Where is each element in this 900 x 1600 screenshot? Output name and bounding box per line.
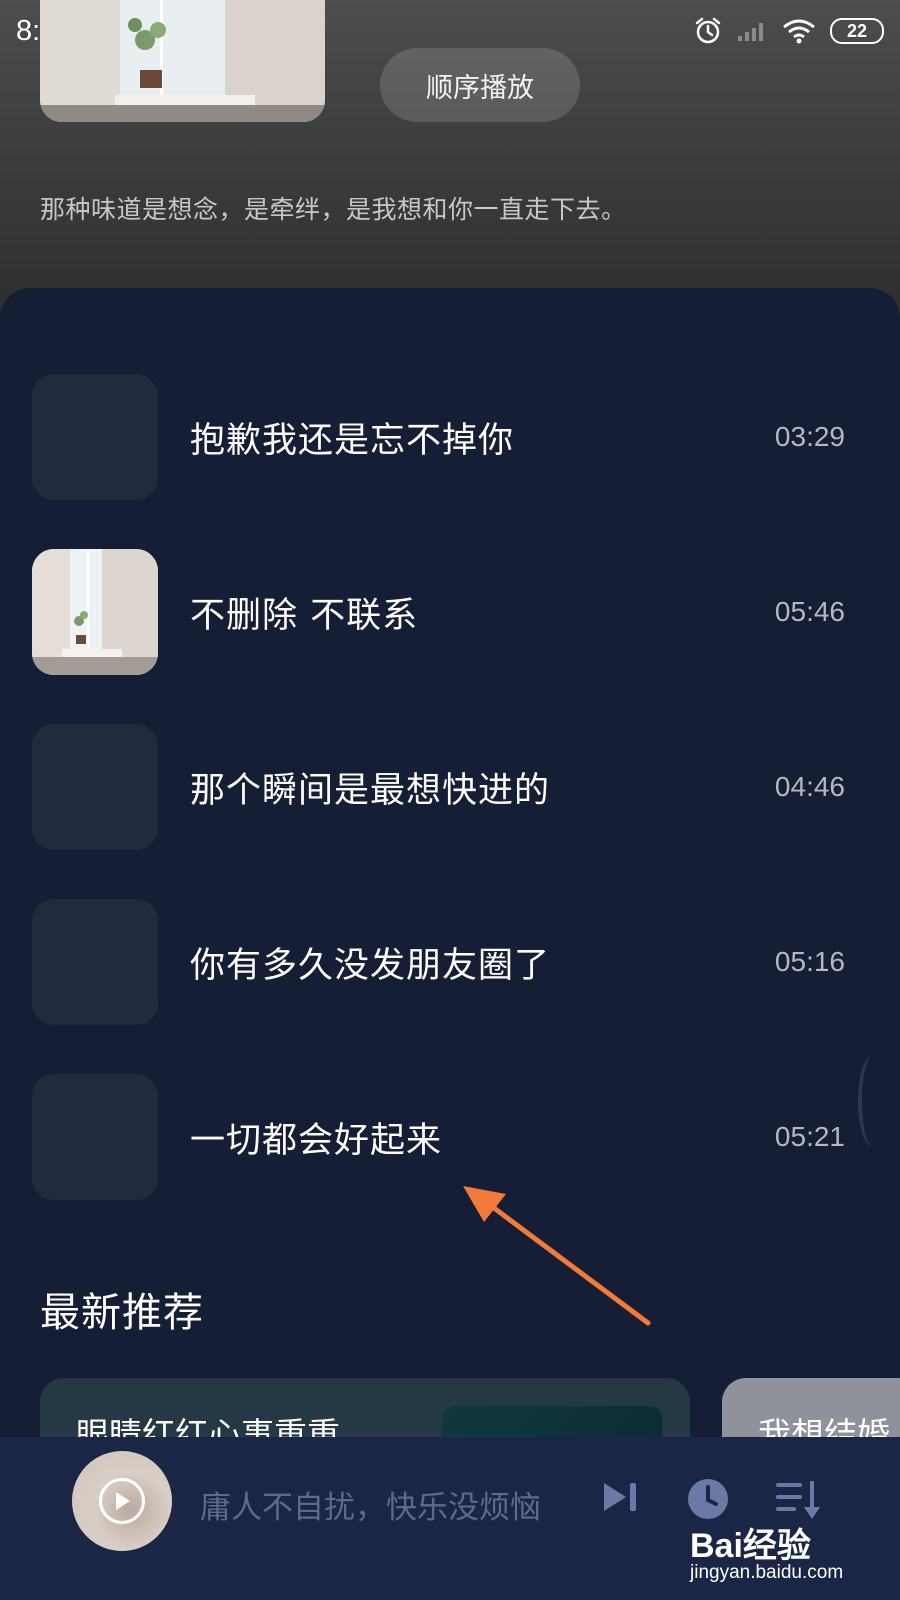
battery-icon: 22 xyxy=(830,18,884,44)
song-thumbnail xyxy=(32,724,158,850)
signal-icon xyxy=(738,23,763,41)
song-title: 一切都会好起来 xyxy=(190,1120,443,1161)
playlist-icon[interactable] xyxy=(774,1477,822,1521)
song-duration: 05:16 xyxy=(774,946,845,977)
alarm-icon xyxy=(695,17,721,44)
song-row[interactable]: 不删除 不联系 05:46 xyxy=(0,549,900,675)
song-thumbnail xyxy=(32,1074,158,1200)
song-title: 抱歉我还是忘不掉你 xyxy=(190,420,515,461)
song-thumbnail xyxy=(32,549,158,675)
watermark-logo: Bai经验 xyxy=(690,1527,811,1565)
playlist-cover-image xyxy=(40,0,325,122)
song-title: 那个瞬间是最想快进的 xyxy=(190,770,551,811)
song-duration: 03:29 xyxy=(774,421,845,452)
play-order-button[interactable]: 顺序播放 xyxy=(380,48,580,122)
song-title: 不删除 不联系 xyxy=(190,595,419,636)
timer-icon[interactable] xyxy=(686,1477,730,1521)
baidu-watermark: Bai经验 jingyan.baidu.com xyxy=(690,1518,880,1593)
song-row[interactable]: 你有多久没发朋友圈了 05:16 xyxy=(0,899,900,1025)
now-playing-cover[interactable] xyxy=(72,1451,172,1551)
song-duration: 05:21 xyxy=(774,1121,845,1152)
playlist-description: 那种味道是想念，是牵绊，是我想和你一直走下去。 xyxy=(40,195,627,224)
next-track-icon[interactable] xyxy=(600,1477,640,1517)
song-title: 你有多久没发朋友圈了 xyxy=(190,945,551,986)
song-row[interactable]: 那个瞬间是最想快进的 04:46 xyxy=(0,724,900,850)
play-icon[interactable] xyxy=(99,1478,145,1524)
watermark-url: jingyan.baidu.com xyxy=(690,1562,844,1583)
recommend-section-title: 最新推荐 xyxy=(40,1290,204,1336)
scroll-hint xyxy=(858,1055,888,1147)
song-thumbnail xyxy=(32,374,158,500)
wifi-icon xyxy=(783,19,815,44)
song-row[interactable]: 抱歉我还是忘不掉你 03:29 xyxy=(0,374,900,500)
now-playing-title: 庸人不自扰，快乐没烦恼 xyxy=(200,1490,541,1526)
song-thumbnail xyxy=(32,899,158,1025)
status-icons: 22 xyxy=(694,17,884,45)
song-duration: 04:46 xyxy=(774,771,845,802)
song-duration: 05:46 xyxy=(774,596,845,627)
song-row[interactable]: 一切都会好起来 05:21 xyxy=(0,1074,900,1200)
